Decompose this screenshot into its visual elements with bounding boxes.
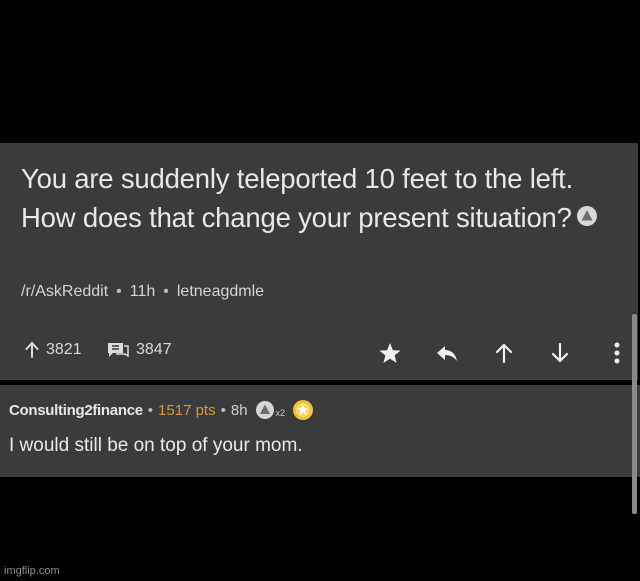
post-title-text: You are suddenly teleported 10 feet to t… xyxy=(21,163,574,233)
reply-button[interactable] xyxy=(433,339,461,367)
gold-award-icon xyxy=(293,400,314,420)
comment-meta: Consulting2finance • 1517 pts • 8h x2 xyxy=(9,399,314,421)
post-age: 11h xyxy=(129,283,156,300)
post-author[interactable]: letneagdmle xyxy=(177,283,264,300)
downvote-button[interactable] xyxy=(546,339,574,367)
subreddit-link[interactable]: /r/AskReddit xyxy=(21,283,108,300)
gold-award xyxy=(292,399,314,421)
meta-separator: • xyxy=(220,401,226,419)
save-button[interactable] xyxy=(376,339,404,367)
comment-count-value: 3847 xyxy=(136,341,172,358)
comment-body: I would still be on top of your mom. xyxy=(9,435,303,456)
comment-username[interactable]: Consulting2finance xyxy=(9,402,143,419)
scrollbar[interactable] xyxy=(632,314,637,514)
reply-icon xyxy=(437,346,457,361)
award-multiplier: x2 xyxy=(275,408,286,418)
comment-card: Consulting2finance • 1517 pts • 8h x2 I … xyxy=(0,385,640,477)
post-card: You are suddenly teleported 10 feet to t… xyxy=(0,143,638,380)
comment-count[interactable]: 3847 xyxy=(107,341,172,359)
upvote-count-value: 3821 xyxy=(46,341,82,358)
comment-age: 8h xyxy=(230,401,248,419)
upvote-count: 3821 xyxy=(25,341,82,359)
silver-award-icon xyxy=(255,401,274,419)
up-arrow-icon xyxy=(25,342,39,358)
star-icon xyxy=(379,342,401,363)
downvote-arrow-icon xyxy=(551,343,569,363)
comment-points: 1517 pts xyxy=(158,401,216,419)
upvote-arrow-icon xyxy=(495,343,513,363)
upvote-button[interactable] xyxy=(490,339,518,367)
post-meta: /r/AskReddit • 11h • letneagdmle xyxy=(21,282,264,302)
meta-separator: • xyxy=(116,283,122,300)
post-action-bar: 3821 3847 xyxy=(0,333,638,373)
meta-separator: • xyxy=(147,401,154,419)
more-vertical-icon xyxy=(614,342,620,364)
more-options-button[interactable] xyxy=(603,339,631,367)
meta-separator: • xyxy=(163,283,169,300)
post-title[interactable]: You are suddenly teleported 10 feet to t… xyxy=(21,159,621,237)
award-icon xyxy=(576,198,598,237)
watermark: imgflip.com xyxy=(4,565,60,577)
silver-award: x2 xyxy=(255,400,286,420)
comments-icon xyxy=(108,343,129,358)
